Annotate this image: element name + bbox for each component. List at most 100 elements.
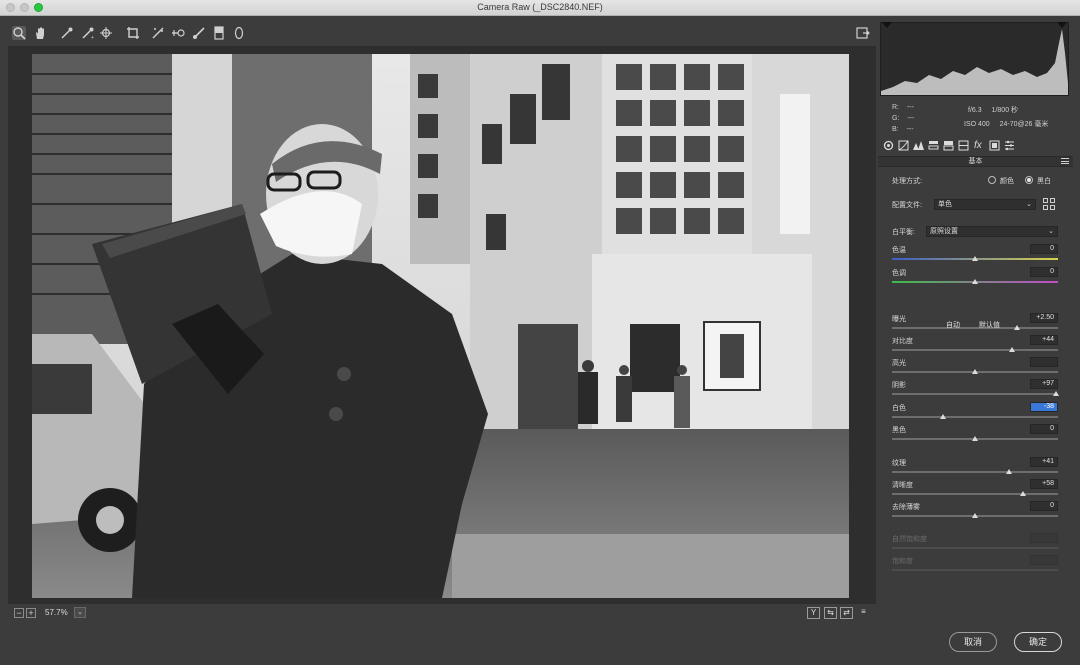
whites-track[interactable] bbox=[892, 416, 1058, 418]
shadow-clipping-icon[interactable] bbox=[882, 22, 892, 28]
default-button[interactable]: 默认值 bbox=[979, 320, 1000, 330]
clarity-track[interactable] bbox=[892, 493, 1058, 495]
dehaze-slider-thumb[interactable] bbox=[972, 513, 978, 518]
saturation-slider: 饱和度 bbox=[892, 555, 1058, 578]
adjustment-panel: R: --- G: --- B: --- f/6.3 1/800 秒 ISO 4… bbox=[878, 18, 1073, 624]
tint-label: 色调 bbox=[892, 270, 906, 277]
highlights-value-field[interactable] bbox=[1030, 357, 1058, 367]
cancel-button[interactable]: 取消 bbox=[949, 632, 997, 652]
blacks-slider-thumb[interactable] bbox=[972, 436, 978, 441]
dehaze-slider[interactable]: 去除薄雾 0 bbox=[892, 501, 1058, 524]
temperature-slider-thumb[interactable] bbox=[972, 256, 978, 261]
shadows-track[interactable] bbox=[892, 393, 1058, 395]
exposure-slider[interactable]: 曝光 +2.50 bbox=[892, 313, 1058, 336]
profile-dropdown[interactable]: 单色 ⌄ bbox=[934, 199, 1036, 210]
section-menu-icon[interactable] bbox=[1061, 158, 1069, 164]
hsl-tab-icon[interactable] bbox=[928, 140, 939, 151]
photo-preview[interactable] bbox=[32, 54, 849, 598]
exposure-label: 曝光 bbox=[892, 316, 906, 323]
copy-settings-button[interactable]: ⇄ bbox=[840, 607, 853, 619]
window-title: Camera Raw (_DSC2840.NEF) bbox=[477, 2, 603, 12]
texture-slider[interactable]: 纹理 +41 bbox=[892, 457, 1058, 480]
radial-filter-icon[interactable] bbox=[232, 26, 246, 40]
iso-value: ISO 400 bbox=[964, 121, 990, 128]
svg-text:+: + bbox=[91, 35, 94, 40]
basic-tab-icon[interactable] bbox=[883, 140, 894, 151]
before-after-view-button[interactable]: Y bbox=[807, 607, 820, 619]
blacks-label: 黑色 bbox=[892, 427, 906, 434]
target-adjust-icon[interactable] bbox=[100, 26, 114, 40]
spot-removal-icon[interactable] bbox=[171, 26, 185, 40]
treatment-color-radio[interactable] bbox=[988, 176, 996, 184]
texture-slider-thumb[interactable] bbox=[1006, 469, 1013, 474]
zoom-out-button[interactable]: − bbox=[14, 608, 24, 618]
temperature-value-field[interactable]: 0 bbox=[1030, 244, 1058, 254]
zoom-in-button[interactable]: + bbox=[26, 608, 36, 618]
toggle-settings-button[interactable]: ≡ bbox=[857, 607, 870, 619]
vibrance-slider: 自然饱和度 bbox=[892, 533, 1058, 556]
contrast-value-field[interactable]: +44 bbox=[1030, 335, 1058, 345]
image-preview-area[interactable] bbox=[8, 46, 876, 604]
tone-curve-tab-icon[interactable] bbox=[898, 140, 909, 151]
zoom-icon[interactable] bbox=[12, 26, 26, 40]
treatment-bw-radio[interactable] bbox=[1025, 176, 1033, 184]
texture-track[interactable] bbox=[892, 471, 1058, 473]
contrast-slider-thumb[interactable] bbox=[1008, 347, 1015, 352]
color-sampler-icon[interactable]: + bbox=[81, 26, 95, 40]
exposure-value-field[interactable]: +2.50 bbox=[1030, 313, 1058, 323]
tint-value-field[interactable]: 0 bbox=[1030, 267, 1058, 277]
lens-corrections-tab-icon[interactable] bbox=[958, 140, 969, 151]
zoom-dropdown[interactable]: ⌄ bbox=[74, 607, 86, 618]
white-balance-icon[interactable] bbox=[60, 26, 74, 40]
split-toning-tab-icon[interactable] bbox=[943, 140, 954, 151]
temperature-slider[interactable]: 色温 0 bbox=[892, 244, 1058, 267]
r-value: --- bbox=[906, 104, 914, 111]
profile-value: 单色 bbox=[938, 201, 952, 208]
auto-button[interactable]: 自动 bbox=[946, 320, 960, 330]
hand-icon[interactable] bbox=[33, 26, 47, 40]
white-balance-dropdown[interactable]: 原照设置 ⌄ bbox=[926, 226, 1058, 237]
highlight-clipping-icon[interactable] bbox=[1057, 22, 1067, 28]
presets-tab-icon[interactable] bbox=[1004, 140, 1015, 151]
whites-slider-thumb[interactable] bbox=[940, 414, 947, 419]
treatment-label: 处理方式: bbox=[892, 178, 922, 185]
brush-icon[interactable] bbox=[192, 26, 206, 40]
browse-profiles-icon[interactable] bbox=[1043, 198, 1056, 211]
shadows-value-field[interactable]: +97 bbox=[1030, 379, 1058, 389]
blacks-slider[interactable]: 黑色 0 bbox=[892, 424, 1058, 447]
contrast-slider[interactable]: 对比度 +44 bbox=[892, 335, 1058, 358]
shadows-slider[interactable]: 阴影 +97 bbox=[892, 379, 1059, 402]
b-label: B: bbox=[892, 126, 899, 133]
tint-slider-thumb[interactable] bbox=[972, 279, 978, 284]
calibration-tab-icon[interactable] bbox=[989, 140, 1000, 151]
dehaze-value-field[interactable]: 0 bbox=[1030, 501, 1058, 511]
highlights-slider[interactable]: 高光 bbox=[892, 357, 1058, 380]
ok-button[interactable]: 确定 bbox=[1014, 632, 1062, 652]
shadows-slider-thumb[interactable] bbox=[1052, 391, 1059, 396]
swap-settings-button[interactable]: ⇆ bbox=[824, 607, 837, 619]
graduated-filter-icon[interactable] bbox=[212, 26, 226, 40]
effects-tab-icon[interactable]: fx bbox=[974, 140, 985, 151]
image-info: R: --- G: --- B: --- f/6.3 1/800 秒 ISO 4… bbox=[892, 102, 1072, 136]
contrast-label: 对比度 bbox=[892, 338, 913, 345]
tint-slider[interactable]: 色调 0 bbox=[892, 267, 1058, 290]
clarity-slider-thumb[interactable] bbox=[1020, 491, 1027, 496]
clarity-slider[interactable]: 清晰度 +58 bbox=[892, 479, 1058, 502]
highlights-slider-thumb[interactable] bbox=[972, 369, 978, 374]
chevron-down-icon: ⌄ bbox=[1048, 228, 1054, 235]
clarity-value-field[interactable]: +58 bbox=[1030, 479, 1058, 489]
title-bar: Camera Raw (_DSC2840.NEF) bbox=[0, 0, 1080, 16]
crop-icon[interactable] bbox=[126, 26, 140, 40]
blacks-value-field[interactable]: 0 bbox=[1030, 424, 1058, 434]
exposure-track[interactable] bbox=[892, 327, 1058, 329]
export-icon[interactable] bbox=[856, 26, 870, 40]
detail-tab-icon[interactable] bbox=[913, 140, 924, 151]
contrast-track[interactable] bbox=[892, 349, 1058, 351]
exposure-slider-thumb[interactable] bbox=[1013, 325, 1020, 330]
shutter-value: 1/800 秒 bbox=[991, 107, 1019, 114]
whites-value-field[interactable]: -38 bbox=[1030, 402, 1058, 412]
vibrance-label: 自然饱和度 bbox=[892, 536, 927, 543]
whites-slider[interactable]: 白色 -38 bbox=[892, 402, 1058, 425]
straighten-icon[interactable] bbox=[151, 26, 165, 40]
texture-value-field[interactable]: +41 bbox=[1030, 457, 1058, 467]
